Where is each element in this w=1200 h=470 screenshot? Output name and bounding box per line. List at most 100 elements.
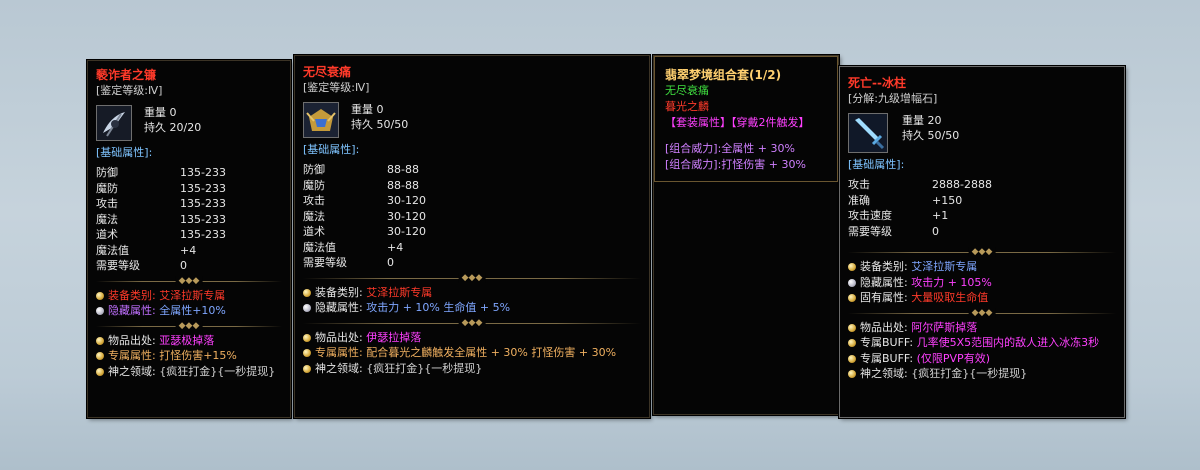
- stat-value: 135-233: [180, 197, 226, 210]
- stat-value: 135-233: [180, 228, 226, 241]
- origin-value: 亚瑟极掉落: [159, 333, 215, 347]
- durability-label: 持久: [351, 118, 373, 131]
- stat-value: 30-120: [387, 209, 426, 223]
- item-decompose: [分解:九级增幅石]: [848, 92, 938, 105]
- stat-row: 魔法 135-233: [96, 212, 282, 228]
- durability-label: 持久: [902, 129, 924, 142]
- buff-row-2: 专属BUFF: (仅限PVP有效): [848, 351, 1116, 367]
- god-label: 神之领域:: [315, 361, 363, 375]
- god-domain-row: 神之领域: {疯狂打金}{一秒提现}: [96, 364, 282, 380]
- hidden-value: 攻击力 + 105%: [911, 275, 992, 289]
- stat-row: 魔法值 +4: [303, 240, 641, 256]
- stat-row: 魔法 30-120: [303, 209, 641, 225]
- set-attr-header: 【套装属性】【穿戴2件触发】: [665, 116, 810, 129]
- item-name: 无尽衰痛: [303, 65, 352, 79]
- bullet-icon: [848, 294, 856, 302]
- divider: ◆◆◆: [96, 275, 282, 286]
- bullet-icon: [848, 278, 856, 287]
- stat-row: 攻击 30-120: [303, 193, 641, 209]
- stat-value: 30-120: [387, 194, 426, 207]
- item-grade: [鉴定等级:Ⅳ]: [303, 81, 370, 94]
- stat-name: 准确: [848, 193, 870, 207]
- divider: ◆◆◆: [303, 317, 641, 328]
- stat-value: 88-88: [387, 163, 419, 176]
- hidden-label: 隐藏属性:: [860, 275, 908, 289]
- stat-value: 88-88: [387, 178, 419, 192]
- weight-value: 0: [376, 103, 384, 116]
- set-piece-2: 暮光之麟: [665, 100, 709, 113]
- item-tooltip-ice-pillar: 死亡--冰柱 [分解:九级增幅石] 重量 20 持久 50/50 [基础属性]:…: [839, 66, 1125, 418]
- stat-name: 防御: [96, 166, 118, 179]
- stat-value: 135-233: [180, 181, 226, 195]
- stat-value: 135-233: [180, 166, 226, 179]
- stat-row: 需要等级 0: [303, 255, 641, 271]
- stat-name: 道术: [303, 225, 325, 238]
- god-label: 神之领域:: [860, 367, 908, 380]
- origin-row: 物品出处: 伊瑟拉掉落: [303, 330, 641, 346]
- stat-value: 135-233: [180, 212, 226, 226]
- stat-row: 攻击速度 +1: [848, 208, 1116, 224]
- bullet-icon: [303, 304, 311, 312]
- buff-value: (仅限PVP有效): [916, 351, 990, 365]
- equip-type-label: 装备类别:: [108, 288, 156, 302]
- exclusive-value: 打怪伤害+15%: [159, 349, 237, 362]
- stat-name: 魔防: [96, 181, 118, 195]
- stat-name: 魔法值: [303, 240, 336, 254]
- bullet-icon: [848, 263, 856, 271]
- weight-value: 20: [927, 114, 942, 127]
- stat-name: 攻击速度: [848, 209, 892, 222]
- stat-name: 魔防: [303, 178, 325, 192]
- set-bonus-1: [组合威力]:全属性 + 30%: [665, 142, 795, 155]
- stat-row: 攻击 2888-2888: [848, 177, 1116, 193]
- stat-name: 攻击: [96, 197, 118, 210]
- buff-value: 几率使5X5范围内的敌人进入冰冻3秒: [916, 336, 1100, 349]
- bullet-icon: [96, 307, 104, 315]
- stat-row: 道术 135-233: [96, 227, 282, 243]
- hidden-attr-row: 隐藏属性: 攻击力 + 10% 生命值 + 5%: [303, 300, 641, 316]
- stat-row: 需要等级 0: [848, 224, 1116, 240]
- stat-row: 攻击 135-233: [96, 196, 282, 212]
- stat-name: 攻击: [303, 194, 325, 207]
- buff-label: 专属BUFF:: [860, 351, 914, 365]
- base-attr-header: [基础属性]:: [96, 146, 153, 159]
- stat-row: 需要等级 0: [96, 258, 282, 274]
- god-value: {疯狂打金}{一秒提现}: [159, 364, 276, 378]
- divider: ◆◆◆: [303, 272, 641, 283]
- exclusive-label: 专属属性:: [108, 349, 156, 362]
- stat-row: 道术 30-120: [303, 224, 641, 240]
- equip-type-label: 装备类别:: [315, 285, 363, 299]
- scythe-item-icon: [96, 105, 132, 141]
- stat-value: +1: [932, 209, 949, 222]
- bullet-icon: [303, 288, 311, 297]
- stat-row: 防御 88-88: [303, 162, 641, 178]
- stat-value: +4: [180, 243, 197, 257]
- set-bonus-2: [组合威力]:打怪伤害 + 30%: [665, 158, 806, 171]
- bullet-icon: [96, 336, 104, 345]
- exclusive-label: 专属属性:: [315, 346, 363, 359]
- equip-type-row: 装备类别: 艾泽拉斯专属: [303, 285, 641, 301]
- item-grade: [鉴定等级:Ⅳ]: [96, 84, 163, 97]
- exclusive-row: 专属属性: 打怪伤害+15%: [96, 348, 282, 364]
- stat-value: 0: [932, 224, 939, 238]
- hidden-value: 攻击力 + 10% 生命值 + 5%: [366, 301, 511, 314]
- stat-name: 需要等级: [848, 224, 892, 238]
- stat-value: 2888-2888: [932, 178, 992, 191]
- set-title: 翡翠梦境组合套(1/2): [665, 68, 782, 82]
- stat-value: +4: [387, 240, 404, 254]
- stat-name: 需要等级: [96, 259, 140, 272]
- durability-value: 20/20: [169, 121, 202, 134]
- bullet-icon: [303, 364, 311, 373]
- origin-label: 物品出处:: [860, 320, 908, 334]
- bullet-icon: [848, 354, 856, 363]
- origin-label: 物品出处:: [315, 330, 363, 344]
- weight-label: 重量: [351, 103, 373, 116]
- bullet-icon: [96, 352, 104, 360]
- god-value: {疯狂打金}{一秒提现}: [366, 361, 483, 375]
- bullet-icon: [848, 370, 856, 378]
- item-tooltip-endless-sorrow: 无尽衰痛 [鉴定等级:Ⅳ] 重量 0 持久 50/50 [基础属性]: 防御 88…: [294, 55, 650, 418]
- set-piece-1: 无尽衰痛: [665, 84, 709, 97]
- god-domain-row: 神之领域: {疯狂打金}{一秒提现}: [303, 361, 641, 377]
- inherent-label: 固有属性:: [860, 291, 908, 304]
- ice-sword-item-icon: [848, 113, 888, 153]
- bullet-icon: [848, 339, 856, 347]
